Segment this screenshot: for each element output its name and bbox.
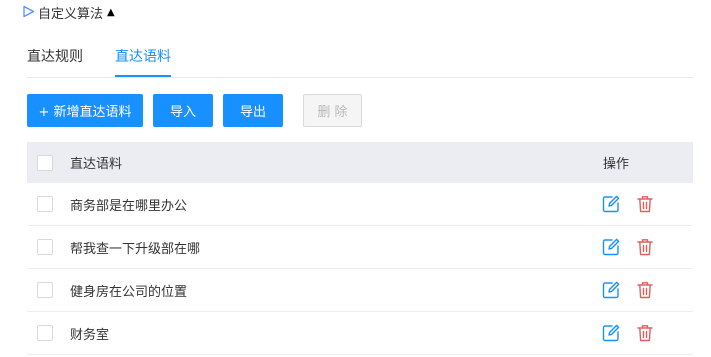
tab-direct-rules[interactable]: 直达规则 [27, 46, 83, 77]
select-all-checkbox[interactable] [37, 154, 53, 171]
row-checkbox[interactable] [37, 239, 53, 255]
tab-direct-corpus[interactable]: 直达语料 [115, 46, 171, 77]
edit-icon[interactable] [601, 280, 621, 300]
play-triangle-icon [22, 3, 35, 22]
trash-icon[interactable] [635, 280, 655, 300]
section-title: 自定义算法 [38, 6, 104, 22]
page: 自定义算法 ▲ 直达规则 直达语料 + 新增直达语料 导入 导出 删 除 直达语… [0, 0, 711, 357]
edit-icon[interactable] [601, 194, 621, 214]
import-button[interactable]: 导入 [153, 94, 213, 127]
column-header-corpus: 直达语料 [70, 157, 123, 172]
row-checkbox[interactable] [37, 282, 53, 298]
row-checkbox[interactable] [37, 325, 53, 341]
export-button[interactable]: 导出 [223, 94, 283, 127]
table-row: 帮我查一下升级部在哪 [27, 226, 693, 269]
caret-up-icon: ▲ [107, 6, 115, 18]
corpus-text: 财务室 [70, 327, 110, 343]
table-header: 直达语料 操作 [27, 142, 693, 183]
add-corpus-button[interactable]: + 新增直达语料 [27, 94, 143, 127]
custom-algorithm-toggle[interactable]: 自定义算法 ▲ [22, 3, 115, 22]
trash-icon[interactable] [635, 323, 655, 343]
column-header-action: 操作 [603, 157, 630, 172]
table-row: 商务部是在哪里办公 [27, 183, 693, 226]
corpus-text: 帮我查一下升级部在哪 [70, 241, 201, 257]
table-row: 财务室 [27, 312, 693, 355]
corpus-table: 直达语料 操作 商务部是在哪里办公 帮我查一下升级部在哪 健身房在公司的位置 财… [27, 142, 693, 355]
edit-icon[interactable] [601, 237, 621, 257]
edit-icon[interactable] [601, 323, 621, 343]
corpus-text: 健身房在公司的位置 [70, 284, 188, 300]
tab-bar: 直达规则 直达语料 [27, 38, 693, 78]
table-row: 健身房在公司的位置 [27, 269, 693, 312]
trash-icon[interactable] [635, 237, 655, 257]
delete-button[interactable]: 删 除 [303, 94, 362, 127]
row-checkbox[interactable] [37, 196, 53, 212]
trash-icon[interactable] [635, 194, 655, 214]
corpus-text: 商务部是在哪里办公 [70, 198, 188, 214]
